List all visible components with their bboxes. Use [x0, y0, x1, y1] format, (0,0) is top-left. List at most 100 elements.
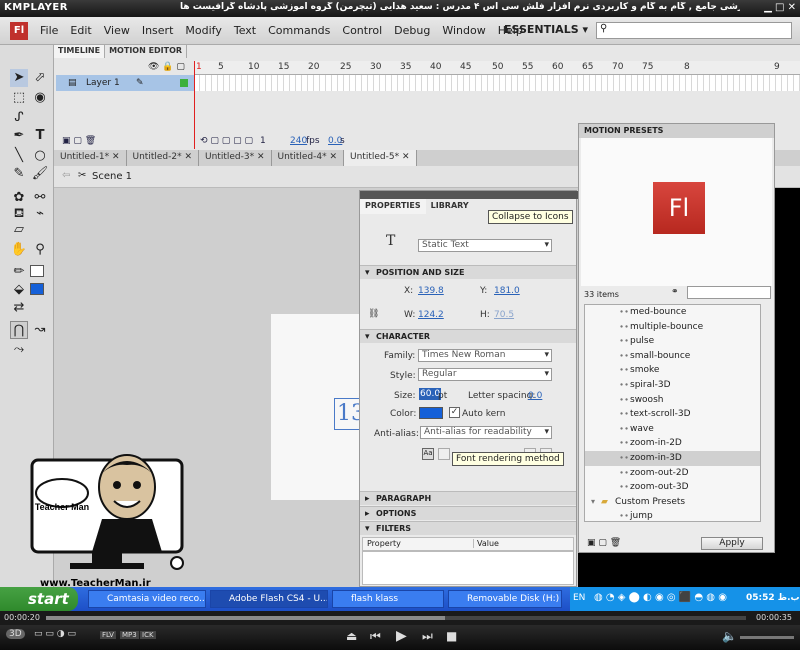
task-flash-klass[interactable]: flash klass [332, 590, 444, 608]
fill-color-icon[interactable]: ⬙ [10, 281, 28, 299]
previous-icon[interactable]: ⏮ [370, 629, 381, 644]
preset-item[interactable]: jump [585, 509, 760, 521]
eyedropper-tool-icon[interactable]: ⌁ [31, 205, 49, 223]
onion-skin-icons[interactable]: ⟲ ▢ ▢ ▢ ▢ [200, 136, 253, 146]
lasso-tool-icon[interactable]: ᔑ [10, 109, 28, 127]
font-style-select[interactable]: Regular [418, 368, 552, 381]
selection-tool-icon[interactable]: ➤ [10, 69, 28, 87]
paragraph-header[interactable]: PARAGRAPH [360, 491, 576, 506]
start-button[interactable]: start [0, 587, 78, 611]
menu-view[interactable]: View [104, 24, 130, 37]
preset-item[interactable]: wave [585, 422, 760, 437]
doc-tab[interactable]: Untitled-3* ✕ [199, 150, 272, 166]
preset-item[interactable]: multiple-bounce [585, 320, 760, 335]
task-camtasia[interactable]: Camtasia video reco... [88, 590, 206, 608]
3d-button[interactable]: 3D [6, 629, 25, 639]
anti-alias-select[interactable]: Anti-alias for readability [420, 426, 552, 439]
swap-colors-icon[interactable]: ⇄ [10, 299, 28, 317]
tab-properties[interactable]: PROPERTIES [360, 199, 426, 214]
line-tool-icon[interactable]: ╲ [10, 147, 28, 165]
doc-tab[interactable]: Untitled-4* ✕ [272, 150, 344, 166]
scene-name[interactable]: Scene 1 [92, 171, 132, 182]
preset-item[interactable]: zoom-out-2D [585, 466, 760, 481]
menu-text[interactable]: Text [234, 24, 256, 37]
free-transform-tool-icon[interactable]: ⬚ [10, 89, 28, 107]
oval-tool-icon[interactable]: ○ [31, 147, 49, 165]
tab-motion-editor[interactable]: MOTION EDITOR [105, 45, 188, 58]
task-flash[interactable]: Adobe Flash CS4 - U... [210, 590, 328, 608]
smooth-icon[interactable]: ↝ [31, 321, 49, 339]
preset-list[interactable]: med-bounce multiple-bounce pulse small-b… [584, 304, 761, 522]
preset-item[interactable]: spiral-3D [585, 378, 760, 393]
hand-tool-icon[interactable]: ✋ [10, 241, 28, 259]
options-header[interactable]: OPTIONS [360, 506, 576, 521]
back-arrow-icon[interactable]: ⇦ [62, 170, 70, 181]
straighten-icon[interactable]: ⤳ [10, 341, 28, 359]
new-layer-icon[interactable]: ▣ ▢ 🗑 [62, 136, 96, 146]
tab-timeline[interactable]: TIMELINE [54, 45, 106, 58]
font-family-select[interactable]: Times New Roman [418, 349, 552, 362]
w-value[interactable]: 124.2 [418, 310, 444, 320]
tray-icons[interactable]: ◍ ◔ ◈ ⬤ ◐ ◉ ◎ ⬛ ◓ ◍ ◉ [594, 592, 727, 603]
presets-title[interactable]: MOTION PRESETS [579, 124, 774, 138]
preset-item[interactable]: med-bounce [585, 305, 760, 320]
stroke-color-icon[interactable]: ✏ [10, 263, 28, 281]
filters-list[interactable] [362, 551, 574, 585]
lock-ratio-icon[interactable]: ⛓ [368, 309, 379, 319]
preset-item[interactable]: zoom-in-2D [585, 436, 760, 451]
brush-tool-icon[interactable]: 🖌 [31, 165, 49, 183]
pencil-tool-icon[interactable]: ✎ [10, 165, 28, 183]
eraser-tool-icon[interactable]: ▱ [10, 221, 28, 239]
preset-item[interactable]: smoke [585, 363, 760, 378]
volume-icon[interactable]: 🔈 [722, 629, 737, 643]
stroke-swatch[interactable] [30, 265, 44, 277]
play-icon[interactable]: ▶ [396, 628, 407, 644]
menu-insert[interactable]: Insert [142, 24, 174, 37]
preset-item-selected[interactable]: zoom-in-3D [585, 450, 760, 466]
text-field-on-stage[interactable]: 13 [334, 398, 360, 430]
preset-item[interactable]: swoosh [585, 393, 760, 408]
fps-value[interactable]: 240 [290, 136, 307, 146]
workspace-switcher[interactable]: ESSENTIALS ▾ [504, 23, 588, 36]
player-option-icons[interactable]: ▭ ▭ ◑ ▭ [34, 629, 76, 639]
menu-file[interactable]: File [40, 24, 58, 37]
stop-icon[interactable]: ■ [446, 629, 457, 643]
task-removable-disk[interactable]: Removable Disk (H:) [448, 590, 562, 608]
tab-library[interactable]: LIBRARY [426, 199, 474, 214]
3d-rotation-tool-icon[interactable]: ◉ [31, 89, 49, 107]
fill-swatch[interactable] [30, 283, 44, 295]
menu-commands[interactable]: Commands [268, 24, 330, 37]
menu-modify[interactable]: Modify [185, 24, 221, 37]
language-indicator[interactable]: EN [573, 593, 585, 603]
render-html-icon[interactable] [438, 448, 450, 460]
preset-item[interactable]: text-scroll-3D [585, 407, 760, 422]
text-tool-icon[interactable]: T [31, 127, 49, 145]
preset-item[interactable]: zoom-out-3D [585, 480, 760, 495]
volume-slider[interactable] [740, 636, 794, 639]
subselection-tool-icon[interactable]: ⬀ [31, 69, 49, 87]
layer-row[interactable]: ▤ Layer 1 ✎ [56, 75, 194, 91]
doc-tab[interactable]: Untitled-2* ✕ [127, 150, 199, 166]
layer-visibility-icons[interactable]: 👁 🔒 ▢ [148, 62, 185, 72]
filters-header[interactable]: FILTERS [360, 521, 576, 536]
eject-icon[interactable]: ⏏ [346, 629, 357, 643]
next-icon[interactable]: ⏭ [422, 629, 433, 644]
pen-tool-icon[interactable]: ✒ [10, 127, 28, 145]
character-header[interactable]: CHARACTER [360, 329, 576, 344]
x-value[interactable]: 139.8 [418, 286, 444, 296]
doc-tab-active[interactable]: Untitled-5* ✕ [344, 150, 417, 166]
seek-track[interactable] [46, 616, 746, 620]
y-value[interactable]: 181.0 [494, 286, 520, 296]
panel-grip[interactable] [360, 191, 578, 199]
frame-ruler[interactable]: 1 5 10 15 20 25 30 35 40 45 50 55 60 65 … [194, 61, 800, 75]
text-color-swatch[interactable] [419, 407, 443, 419]
doc-tab[interactable]: Untitled-1* ✕ [54, 150, 127, 166]
menu-edit[interactable]: Edit [70, 24, 91, 37]
auto-kern-checkbox[interactable]: ✓ [449, 407, 460, 418]
h-value[interactable]: 70.5 [494, 310, 514, 320]
position-size-header[interactable]: POSITION AND SIZE [360, 265, 576, 280]
preset-item[interactable]: pulse [585, 334, 760, 349]
letter-spacing-value[interactable]: 0.0 [528, 391, 542, 401]
new-preset-icons[interactable]: ▣ ▢ 🗑 [587, 538, 621, 548]
help-search-input[interactable]: ⚲ [596, 22, 792, 39]
